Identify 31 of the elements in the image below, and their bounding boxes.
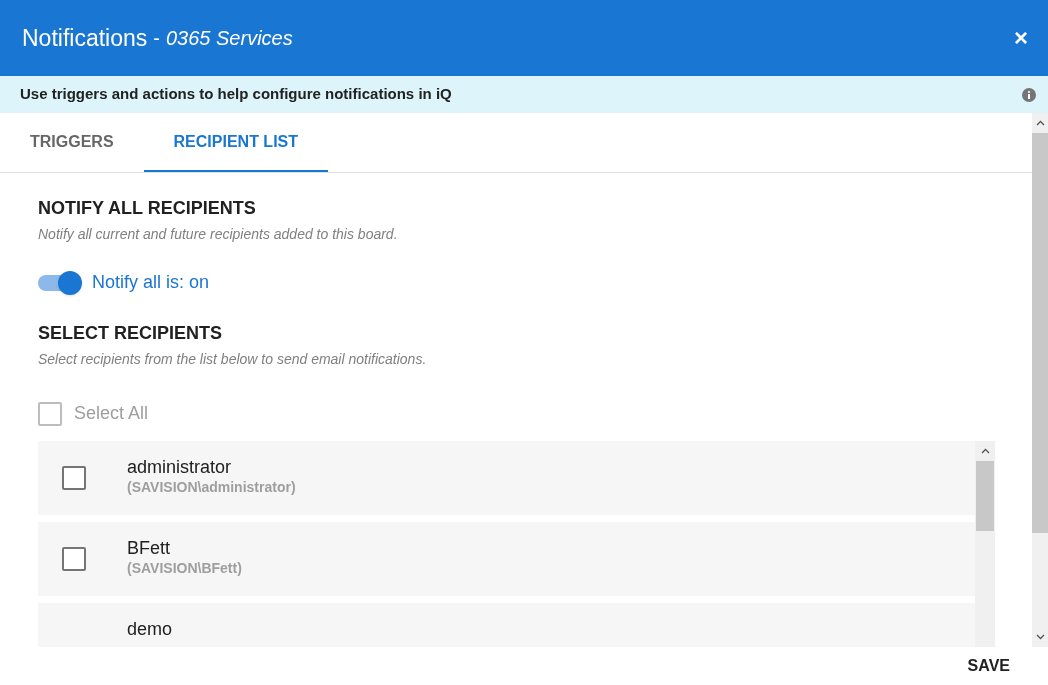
section-description: Select recipients from the list below to send email notifications. [38, 350, 428, 369]
save-button[interactable]: SAVE [967, 654, 1010, 678]
page-scrollbar[interactable] [1032, 113, 1048, 647]
select-all-label: Select All [74, 402, 149, 425]
section-heading: SELECT RECIPIENTS [38, 322, 224, 344]
recipient-account: (SAVISION\BFett) [127, 559, 242, 577]
tab[interactable]: TRIGGERS [0, 113, 144, 172]
close-button[interactable]: × [1014, 26, 1028, 50]
tab[interactable]: RECIPIENT LIST [143, 113, 328, 172]
toggle-label: Notify all is: on [92, 271, 210, 294]
recipient-account: (SAVISION\administrator) [127, 478, 296, 496]
recipient-row[interactable]: BFett (SAVISION\BFett) [38, 522, 975, 596]
dialog-title: Notifications [22, 23, 148, 53]
scroll-down-icon[interactable] [1035, 634, 1045, 640]
checkbox[interactable] [62, 547, 86, 571]
info-text: Use triggers and actions to help configure notifications in iQ [20, 84, 452, 105]
recipient-name: administrator [127, 456, 233, 478]
recipient-row[interactable]: demo [38, 603, 975, 647]
recipient-name: BFett [127, 537, 171, 559]
info-icon[interactable] [1022, 87, 1036, 102]
scroll-up-icon[interactable] [1035, 120, 1045, 126]
toggle-switch[interactable] [38, 270, 82, 295]
dialog-subtitle: - [153, 26, 160, 51]
recipient-row[interactable]: administrator (SAVISION\administrator) [38, 441, 975, 515]
section-heading: NOTIFY ALL RECIPIENTS [38, 197, 257, 219]
dialog-subtitle: 0365 Services [165, 26, 293, 51]
recipient-name: demo [127, 618, 173, 640]
checkbox[interactable] [62, 466, 86, 490]
list-scrollbar[interactable] [975, 441, 995, 647]
section-description: Notify all current and future recipients added to this board. [38, 225, 399, 244]
scroll-up-icon[interactable] [980, 448, 990, 454]
